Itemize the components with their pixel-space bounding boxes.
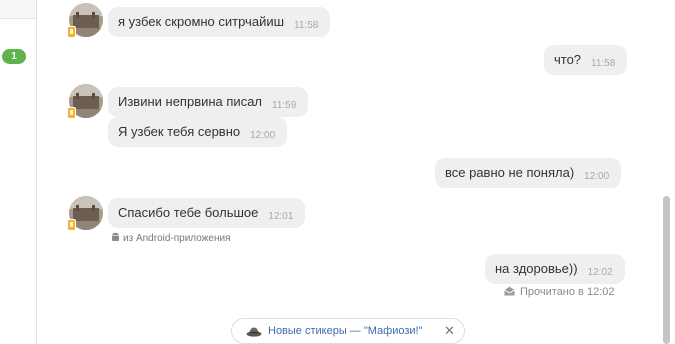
android-icon <box>112 232 119 241</box>
message-bubble: все равно не поняла) 12:00 <box>435 158 622 188</box>
message-text: я узбек скромно ситрчайиш <box>118 14 285 29</box>
source-note-text: из Android-приложения <box>123 233 231 244</box>
read-status: Прочитано в 12:02 <box>504 286 614 298</box>
message-time: 12:02 <box>587 267 613 278</box>
sidebar-divider <box>0 0 36 19</box>
message-bubble: Извини непрвина писал 11:59 <box>108 87 309 117</box>
message-time: 11:59 <box>272 100 297 111</box>
message-bubble: на здоровье)) 12:02 <box>485 254 625 284</box>
read-status-text: Прочитано в 12:02 <box>520 286 615 298</box>
message-text: что? <box>554 52 582 67</box>
message-time: 12:01 <box>268 211 294 222</box>
message-bubble: Я узбек тебя сервно 12:00 <box>108 117 288 147</box>
unread-count-badge[interactable]: 1 <box>2 49 26 64</box>
message-text: на здоровье)) <box>495 261 578 276</box>
source-note: из Android-приложения <box>111 232 230 244</box>
chat-history: я узбек скромно ситрчайиш 11:58 что? 11:58… <box>37 0 660 344</box>
dialogs-sidebar: 1 <box>0 0 37 344</box>
read-envelope-icon <box>504 286 515 296</box>
sticker-promo[interactable]: Новые стикеры — "Мафиози!" ✕ <box>231 318 465 344</box>
message-bubble: я узбек скромно ситрчайиш 11:58 <box>108 7 331 37</box>
sticker-promo-link[interactable]: Новые стикеры — "Мафиози!" <box>268 319 423 343</box>
phone-icon <box>67 219 76 231</box>
message-text: все равно не поняла) <box>445 165 575 180</box>
message-time: 12:00 <box>250 130 276 141</box>
sticker-icon <box>246 327 262 337</box>
message-bubble: Спасибо тебе большое 12:01 <box>108 198 306 228</box>
phone-icon <box>67 26 76 38</box>
message-bubble: что? 11:58 <box>544 45 628 75</box>
message-time: 11:58 <box>591 58 616 69</box>
message-text: Я узбек тебя сервно <box>118 124 241 139</box>
message-time: 12:00 <box>584 171 610 182</box>
close-icon[interactable]: ✕ <box>444 319 455 343</box>
message-text: Спасибо тебе большое <box>118 205 259 220</box>
message-time: 11:58 <box>294 20 319 31</box>
phone-icon <box>67 107 76 119</box>
message-text: Извини непрвина писал <box>118 94 263 109</box>
scrollbar-thumb[interactable] <box>663 196 670 344</box>
